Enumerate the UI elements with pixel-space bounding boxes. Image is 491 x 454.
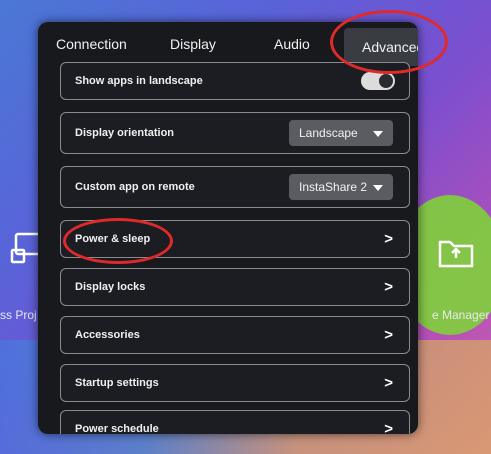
tab-connection[interactable]: Connection [56,36,127,52]
setting-row-display-orientation[interactable]: Display orientation Landscape [60,112,410,154]
setting-label: Accessories [75,329,140,341]
select-value: InstaShare 2 [299,180,368,194]
setting-label: Startup settings [75,377,159,389]
setting-row-power-schedule[interactable]: Power schedule > [60,410,410,434]
select-value: Landscape [299,126,358,140]
setting-label: Display locks [75,281,146,293]
chevron-right-icon: > [384,420,393,435]
setting-label: Custom app on remote [75,181,195,193]
chevron-right-icon: > [384,326,393,344]
power-sleep-highlight-circle [63,218,173,264]
setting-row-display-locks[interactable]: Display locks > [60,268,410,306]
file-manager-icon[interactable] [436,232,476,272]
desktop-app-label: ss Proj [0,308,37,322]
setting-label: Power schedule [75,423,159,434]
chevron-right-icon: > [384,278,393,296]
tab-display[interactable]: Display [170,36,216,52]
tab-audio[interactable]: Audio [274,36,310,52]
caret-down-icon [373,131,383,137]
setting-label: Display orientation [75,127,175,139]
setting-row-custom-app-on-remote[interactable]: Custom app on remote InstaShare 2 [60,166,410,208]
desktop-app-label: e Manager [432,308,490,322]
advanced-tab-highlight-circle [330,10,448,74]
chevron-right-icon: > [384,230,393,248]
show-apps-landscape-toggle[interactable] [361,72,395,90]
setting-row-startup-settings[interactable]: Startup settings > [60,364,410,402]
custom-app-select[interactable]: InstaShare 2 [289,174,393,200]
setting-label: Show apps in landscape [75,75,203,87]
chevron-right-icon: > [384,374,393,392]
caret-down-icon [373,185,383,191]
toggle-knob [379,74,393,88]
display-orientation-select[interactable]: Landscape [289,120,393,146]
setting-row-accessories[interactable]: Accessories > [60,316,410,354]
